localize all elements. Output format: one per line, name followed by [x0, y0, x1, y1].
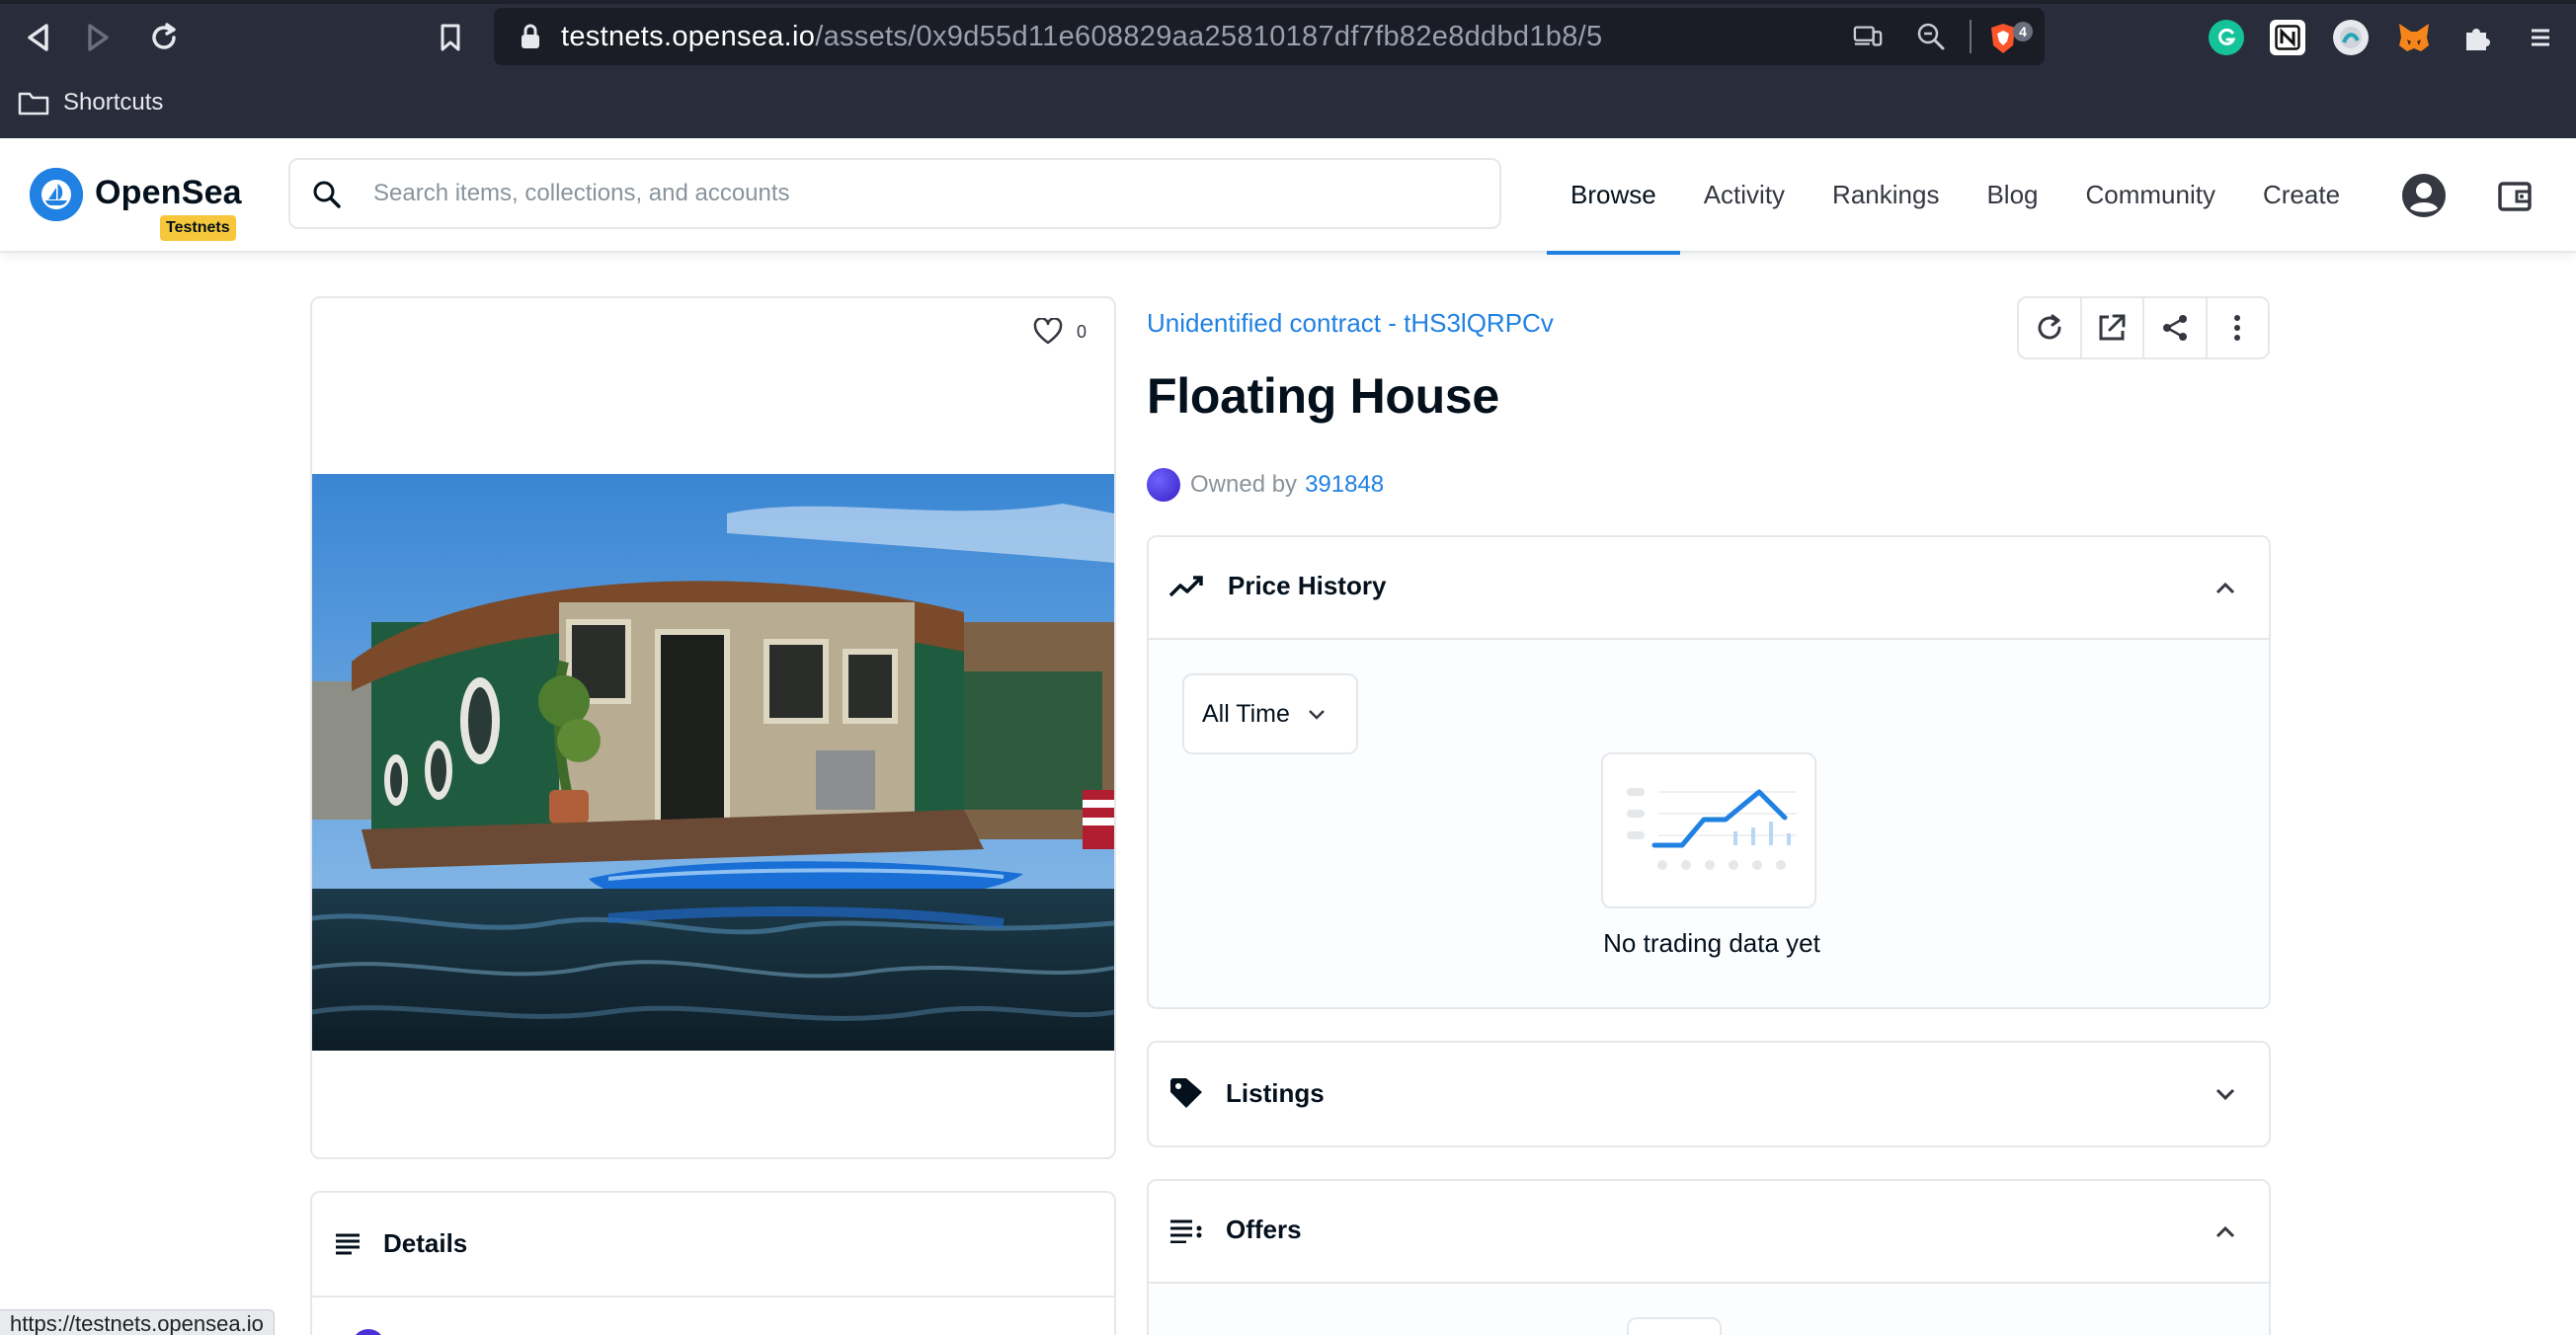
- chevron-up-icon[interactable]: [2212, 575, 2239, 602]
- offers-list-icon: [1170, 1219, 1202, 1243]
- heart-icon: [1033, 318, 1063, 345]
- offers-title-wrap: Offers: [1168, 1215, 1302, 1245]
- favorite-button[interactable]: 0: [1033, 318, 1087, 346]
- lock-icon[interactable]: [516, 22, 545, 51]
- search-box[interactable]: [288, 158, 1501, 229]
- search-input[interactable]: [373, 172, 1460, 215]
- asset-title: Floating House: [1147, 368, 1499, 424]
- brand-name[interactable]: OpenSea: [95, 174, 242, 212]
- tag-icon: [1170, 1078, 1202, 1108]
- owned-by-label: Owned by: [1190, 471, 1298, 498]
- more-vertical-icon: [2234, 315, 2241, 341]
- price-history-title: Price History: [1228, 571, 1387, 600]
- extension-icon[interactable]: [2333, 20, 2369, 55]
- listings-panel[interactable]: Listings: [1147, 1041, 2271, 1147]
- offers-header[interactable]: Offers: [1149, 1181, 2269, 1284]
- chevron-up-icon[interactable]: [2212, 1218, 2239, 1246]
- bookmark-folder-label: Shortcuts: [63, 89, 164, 116]
- search-icon: [313, 181, 341, 208]
- price-history-body: All Time No trading data yet: [1149, 640, 2269, 1007]
- notion-icon[interactable]: [2270, 20, 2305, 55]
- nav-blog[interactable]: Blog: [1963, 138, 2061, 253]
- details-header[interactable]: Details: [334, 1228, 467, 1259]
- refresh-icon: [2038, 314, 2061, 340]
- reload-icon[interactable]: [144, 18, 184, 57]
- details-divider: [312, 1296, 1114, 1297]
- favorite-count: 0: [1076, 321, 1087, 342]
- url-host: testnets.opensea.io: [561, 21, 816, 52]
- folder-icon: [18, 92, 49, 116]
- address-bar[interactable]: testnets.opensea.io/assets/0x9d55d11e608…: [494, 8, 2045, 65]
- empty-chart-illustration: [1601, 752, 1816, 908]
- price-history-header[interactable]: Price History: [1149, 537, 2269, 640]
- owner-avatar[interactable]: [1147, 468, 1180, 502]
- grammarly-icon[interactable]: [2209, 20, 2244, 55]
- listings-title: Listings: [1226, 1077, 1325, 1108]
- nav-browse[interactable]: Browse: [1547, 138, 1680, 255]
- metamask-icon[interactable]: [2396, 20, 2432, 55]
- listings-title-wrap: Listings: [1168, 1076, 1325, 1110]
- asset-actions: [2017, 296, 2270, 359]
- trend-icon: [1168, 575, 1203, 596]
- price-history-panel: Price History All Time No trading data y…: [1147, 535, 2271, 1009]
- opensea-logo[interactable]: [30, 168, 83, 221]
- nav-activity[interactable]: Activity: [1680, 138, 1809, 253]
- price-history-title-wrap: Price History: [1168, 571, 1386, 601]
- owner-link[interactable]: 391848: [1305, 471, 1384, 499]
- time-range-select[interactable]: All Time: [1182, 673, 1358, 754]
- wallet-icon[interactable]: [2491, 172, 2538, 219]
- collection-link[interactable]: Unidentified contract - tHS3lQRPCv: [1147, 308, 1554, 339]
- brave-shield-count: 4: [2013, 22, 2033, 41]
- open-external-button[interactable]: [2082, 298, 2144, 357]
- details-title: Details: [383, 1228, 468, 1258]
- chevron-down-icon: [1309, 710, 1325, 720]
- more-options-button[interactable]: [2208, 298, 2269, 357]
- details-panel[interactable]: Details: [310, 1191, 1116, 1335]
- nav-community[interactable]: Community: [2062, 138, 2239, 253]
- url-text[interactable]: testnets.opensea.io/assets/0x9d55d11e608…: [561, 21, 1602, 53]
- owned-by: Owned by 391848: [1147, 468, 1384, 502]
- creator-avatar[interactable]: [352, 1329, 385, 1335]
- offers-body: [1149, 1286, 2269, 1335]
- external-link-icon: [2099, 314, 2126, 341]
- share-button[interactable]: [2144, 298, 2208, 357]
- brave-shield-icon[interactable]: 4: [1987, 22, 2033, 53]
- forward-icon[interactable]: [79, 18, 119, 57]
- url-path: /assets/0x9d55d11e608829aa25810187df7fb8…: [815, 21, 1603, 52]
- time-range-value: All Time: [1202, 699, 1290, 728]
- chevron-down-icon[interactable]: [2212, 1080, 2239, 1108]
- site-header: OpenSea Testnets Browse Activity Ranking…: [0, 138, 2576, 255]
- refresh-metadata-button[interactable]: [2019, 298, 2082, 357]
- houseboat-image: [312, 474, 1114, 1051]
- urlbar-divider: [1970, 20, 1972, 53]
- offers-panel: Offers: [1147, 1179, 2271, 1335]
- testnets-badge: Testnets: [160, 215, 236, 241]
- nav-rankings[interactable]: Rankings: [1809, 138, 1963, 253]
- no-trading-data-text: No trading data yet: [1603, 928, 1820, 958]
- back-icon[interactable]: [18, 18, 57, 57]
- details-icon: [336, 1233, 360, 1254]
- empty-chart-icon: [1627, 788, 1797, 870]
- tab-strip-edge: [0, 0, 2576, 4]
- menu-icon[interactable]: [2523, 20, 2558, 55]
- bookmark-icon[interactable]: [431, 18, 470, 57]
- status-bar-url: https://testnets.opensea.io: [0, 1309, 275, 1335]
- account-icon[interactable]: [2400, 172, 2448, 219]
- share-icon: [2162, 315, 2187, 341]
- nav-create[interactable]: Create: [2239, 138, 2364, 253]
- asset-image[interactable]: [312, 474, 1114, 1051]
- empty-offers-illustration: [1627, 1317, 1722, 1335]
- zoom-icon[interactable]: [1916, 22, 1946, 51]
- asset-image-card: 0: [310, 296, 1116, 1159]
- cast-icon[interactable]: [1853, 22, 1883, 51]
- bookmark-folder[interactable]: Shortcuts: [18, 83, 163, 122]
- main-nav: Browse Activity Rankings Blog Community …: [1547, 138, 2364, 255]
- offers-title: Offers: [1226, 1215, 1302, 1244]
- puzzle-icon[interactable]: [2459, 20, 2495, 55]
- browser-chrome: testnets.opensea.io/assets/0x9d55d11e608…: [0, 0, 2576, 138]
